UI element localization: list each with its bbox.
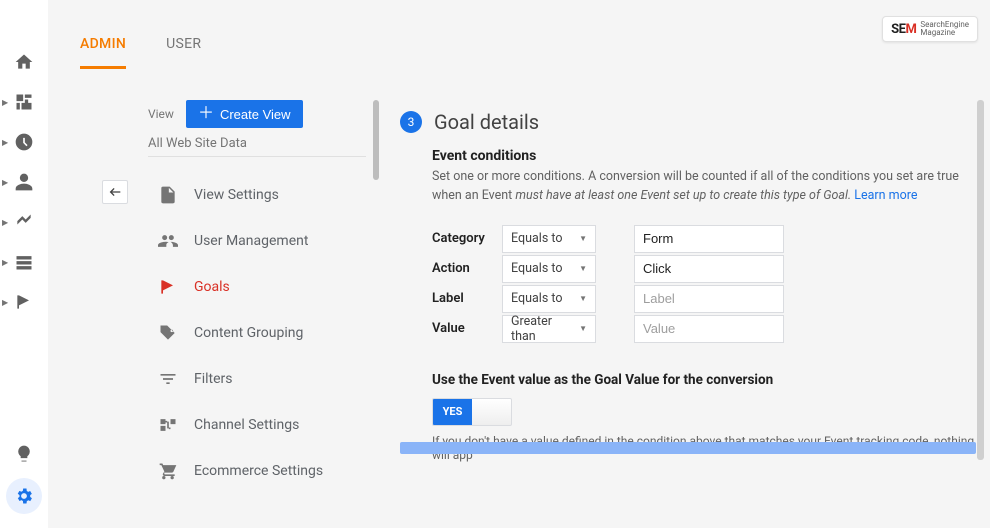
expand-caret-icon: ▶ [2,178,8,187]
menu-label: Filters [194,371,233,387]
menu-label: Content Grouping [194,325,303,341]
menu-channel-settings[interactable]: Channel Settings [158,402,368,448]
condition-name: Label [432,291,492,306]
horizontal-scrollbar[interactable] [400,442,976,454]
expand-caret-icon: ▶ [2,98,8,107]
menu-user-management[interactable]: User Management [158,218,368,264]
menu-goals[interactable]: Goals [158,264,368,310]
audience-icon[interactable]: ▶ [0,162,48,202]
plus-icon: ＋ [198,106,214,122]
condition-operator-select[interactable]: Greater than▼ [502,315,596,343]
customization-icon[interactable]: ▶ [0,82,48,122]
condition-row-value: Value Greater than▼ [432,314,990,344]
menu-label: View Settings [194,187,279,203]
create-view-label: Create View [220,107,291,122]
left-icon-strip: ▶ ▶ ▶ ▶ ▶ ▶ [0,0,48,528]
condition-name: Value [432,321,492,336]
learn-more-link[interactable]: Learn more [854,188,917,203]
expand-caret-icon: ▶ [2,258,8,267]
back-button[interactable] [102,180,128,204]
chevron-down-icon: ▼ [579,234,587,243]
step-number-badge: 3 [400,111,422,133]
divider [148,156,366,157]
sem-badge: SEM SearchEngineMagazine [882,16,978,42]
view-label: View [148,107,174,121]
condition-row-label: Label Equals to▼ [432,284,990,314]
menu-label: Channel Settings [194,417,299,433]
condition-row-category: Category Equals to▼ [432,224,990,254]
condition-value-input[interactable] [634,225,784,253]
create-view-button[interactable]: ＋ Create View [186,100,303,128]
chevron-down-icon: ▼ [579,294,587,303]
tab-user[interactable]: USER [166,36,201,69]
condition-operator-select[interactable]: Equals to▼ [502,285,596,313]
menu-label: Ecommerce Settings [194,463,323,479]
top-tabs: ADMIN USER [80,36,201,69]
toggle-knob [472,399,511,425]
admin-gear-icon[interactable] [6,478,42,514]
menu-view-settings[interactable]: View Settings [158,172,368,218]
condition-value-input[interactable] [634,255,784,283]
chevron-down-icon: ▼ [579,264,587,273]
condition-row-action: Action Equals to▼ [432,254,990,284]
condition-table: Category Equals to▼ Action Equals to▼ La… [432,224,990,344]
menu-label: Goals [194,279,230,295]
goal-details-panel: 3 Goal details Event conditions Set one … [400,110,990,462]
event-conditions-heading: Event conditions [432,148,990,164]
conversions-icon[interactable]: ▶ [0,282,48,322]
view-selected[interactable]: All Web Site Data [148,136,247,151]
menu-label: User Management [194,233,308,249]
goal-title: Goal details [434,110,539,134]
chevron-down-icon: ▼ [579,324,587,333]
home-icon[interactable] [0,42,48,82]
menu-content-grouping[interactable]: Content Grouping [158,310,368,356]
expand-caret-icon: ▶ [2,298,8,307]
menu-ecommerce-settings[interactable]: Ecommerce Settings [158,448,368,494]
tab-admin[interactable]: ADMIN [80,36,126,69]
discover-icon[interactable] [0,434,48,474]
event-conditions-desc: Set one or more conditions. A conversion… [432,168,990,206]
right-scrollbar[interactable] [977,100,984,460]
realtime-icon[interactable]: ▶ [0,122,48,162]
condition-name: Action [432,261,492,276]
menu-filters[interactable]: Filters [158,356,368,402]
expand-caret-icon: ▶ [2,138,8,147]
behavior-icon[interactable]: ▶ [0,242,48,282]
acquisition-icon[interactable]: ▶ [0,202,48,242]
condition-operator-select[interactable]: Equals to▼ [502,225,596,253]
condition-name: Category [432,231,492,246]
condition-operator-select[interactable]: Equals to▼ [502,255,596,283]
toggle-yes-label: YES [433,399,472,425]
expand-caret-icon: ▶ [2,218,8,227]
condition-value-input[interactable] [634,285,784,313]
view-menu: View Settings User Management Goals Cont… [158,172,368,494]
condition-value-input[interactable] [634,315,784,343]
use-event-value-toggle[interactable]: YES [432,398,512,426]
use-event-value-heading: Use the Event value as the Goal Value fo… [432,372,990,388]
left-scrollbar[interactable] [373,100,379,180]
